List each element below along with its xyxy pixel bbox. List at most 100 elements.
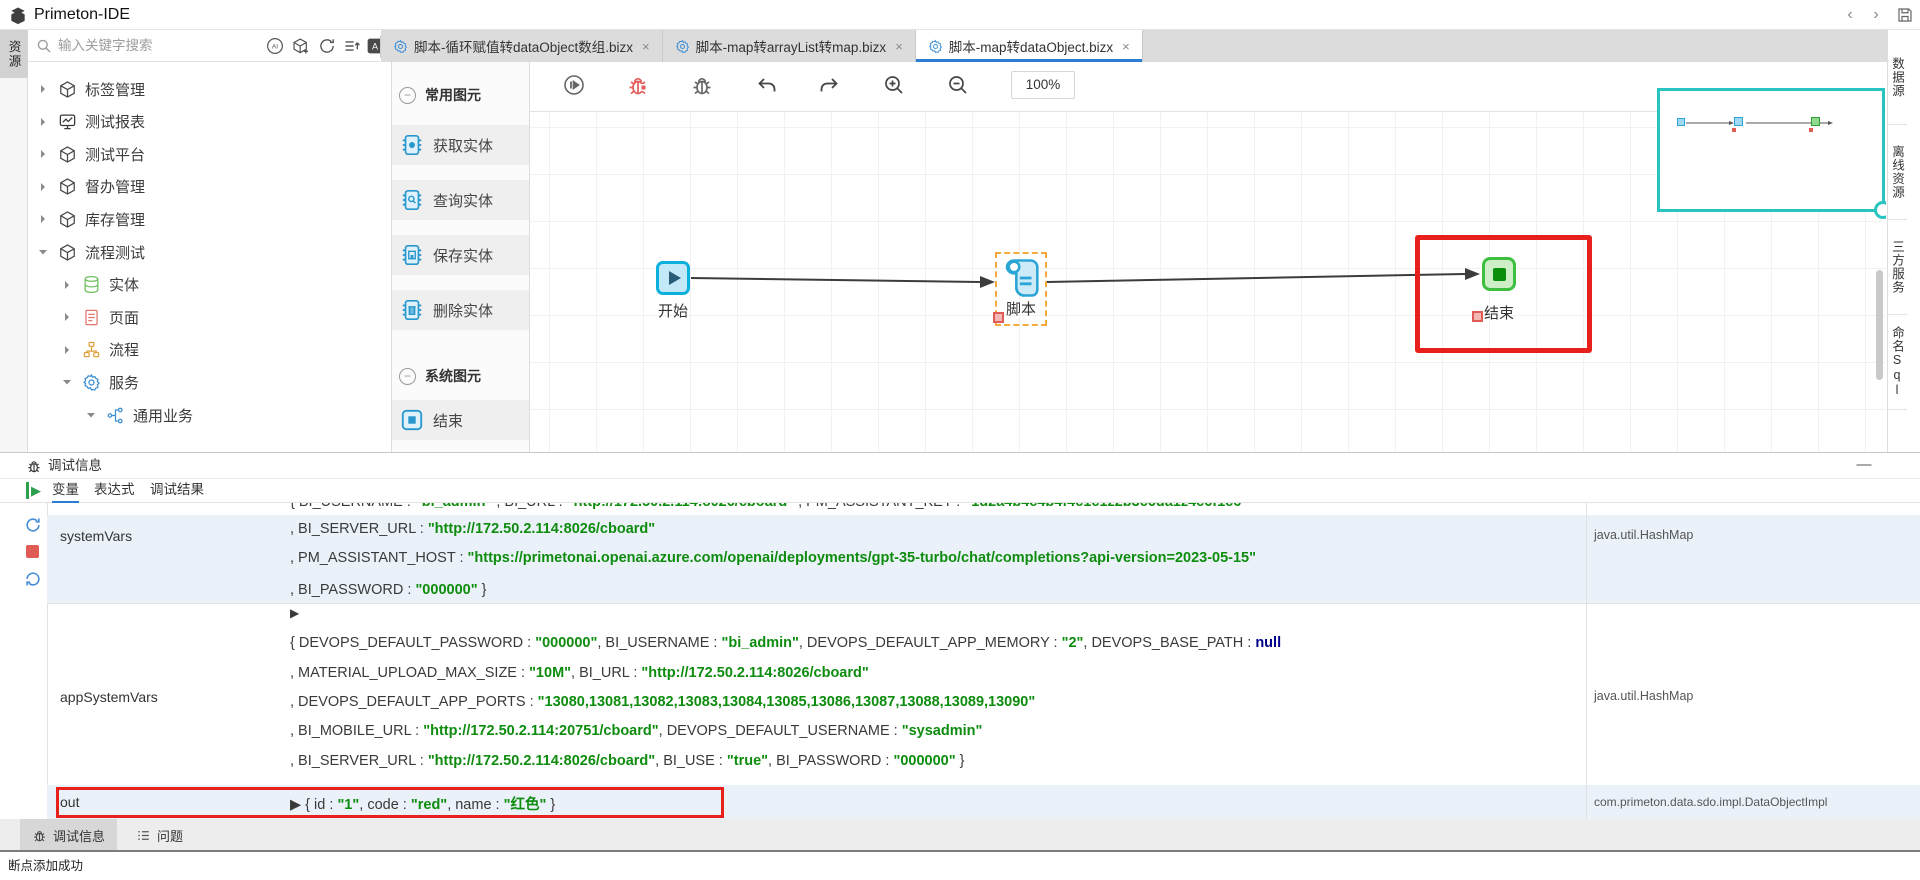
new-project-icon[interactable] bbox=[292, 37, 310, 55]
breakpoint-badge[interactable] bbox=[1472, 311, 1483, 322]
debug-icon[interactable] bbox=[690, 73, 714, 97]
step-over-icon[interactable] bbox=[24, 516, 42, 534]
minimize-icon[interactable]: — bbox=[1852, 453, 1876, 479]
chevron-right-icon[interactable] bbox=[62, 312, 72, 322]
chevron-down-icon[interactable] bbox=[86, 410, 96, 420]
sidebar-item-8[interactable]: 流程 bbox=[28, 336, 391, 364]
palette-group-header-1[interactable]: −系统图元 bbox=[392, 363, 529, 389]
sidebar-item-5[interactable]: 流程测试 bbox=[28, 238, 391, 266]
bottom-tab-problems[interactable]: 问题 bbox=[124, 819, 195, 851]
chevron-right-icon[interactable] bbox=[38, 149, 48, 159]
palette-item-查询实体[interactable]: 查询实体 bbox=[392, 180, 529, 220]
palette-item-获取实体[interactable]: 获取实体 bbox=[392, 125, 529, 165]
sort-list-icon[interactable] bbox=[343, 37, 361, 55]
close-icon[interactable]: × bbox=[642, 39, 650, 54]
editor-tab-1[interactable]: 脚本-map转arrayList转map.bizx× bbox=[663, 30, 916, 62]
script-node[interactable] bbox=[1000, 257, 1042, 299]
close-icon[interactable]: × bbox=[1122, 39, 1130, 54]
close-icon[interactable]: × bbox=[895, 39, 903, 54]
table-row[interactable]: systemVars , BI_SERVER_URL : "http://172… bbox=[47, 515, 1920, 603]
start-node[interactable] bbox=[656, 261, 690, 295]
chevron-down-icon[interactable] bbox=[38, 247, 48, 257]
sidebar-item-10[interactable]: 通用业务 bbox=[28, 401, 391, 429]
tab-variables[interactable]: 变量 bbox=[52, 479, 79, 503]
zoom-in-icon[interactable] bbox=[882, 73, 906, 97]
redo-icon[interactable] bbox=[817, 73, 841, 97]
rail-tab-3[interactable]: 命名Sql bbox=[1888, 315, 1907, 410]
palette-group-header-0[interactable]: −常用图元 bbox=[392, 82, 529, 108]
editor-tab-label: 脚本-map转dataObject.bizx bbox=[949, 36, 1113, 56]
stop-debug-icon[interactable] bbox=[626, 73, 650, 97]
resource-search-bar[interactable]: 输入关键字搜索 AIA bbox=[28, 30, 380, 62]
chevron-right-icon[interactable] bbox=[38, 214, 48, 224]
stop-square-icon bbox=[1493, 268, 1506, 281]
editor-tab-0[interactable]: 脚本-循环赋值转dataObject数组.bizx× bbox=[381, 30, 663, 62]
sidebar-item-9[interactable]: 服务 bbox=[28, 368, 391, 396]
gear-icon bbox=[393, 39, 408, 54]
sidebar-item-4[interactable]: 库存管理 bbox=[28, 205, 391, 233]
collapse-icon[interactable]: − bbox=[399, 368, 416, 385]
tab-debug-results[interactable]: 调试结果 bbox=[150, 479, 204, 503]
chevron-right-icon[interactable] bbox=[38, 182, 48, 192]
sidebar-item-1[interactable]: 测试报表 bbox=[28, 108, 391, 136]
sidebar-item-2[interactable]: 测试平台 bbox=[28, 140, 391, 168]
sidebar-item-3[interactable]: 督办管理 bbox=[28, 173, 391, 201]
minimap-start-node bbox=[1677, 118, 1685, 126]
zoom-out-icon[interactable] bbox=[946, 73, 970, 97]
chevron-right-icon[interactable] bbox=[62, 345, 72, 355]
end-node[interactable] bbox=[1482, 257, 1516, 291]
stop-icon[interactable] bbox=[26, 545, 39, 558]
tab-expressions[interactable]: 表达式 bbox=[94, 479, 135, 503]
bottom-tab-bar: 调试信息 问题 bbox=[0, 819, 1920, 851]
nav-back-icon[interactable]: ‹ bbox=[1840, 4, 1860, 26]
clipped-value-line: { BI_USERNAME : "bi_admin" , BI_URL : "h… bbox=[47, 503, 1586, 515]
palette-item-结束[interactable]: 结束 bbox=[392, 400, 529, 440]
rail-tab-resources[interactable]: 资源 bbox=[0, 30, 28, 78]
table-row[interactable]: out ▶ { id : "1", code : "red", name : "… bbox=[47, 785, 1920, 819]
cube-icon bbox=[58, 210, 77, 229]
breakpoint-badge[interactable] bbox=[993, 312, 1004, 323]
palette-item-保存实体[interactable]: 保存实体 bbox=[392, 235, 529, 275]
minimap[interactable] bbox=[1657, 88, 1885, 212]
rail-tab-1[interactable]: 离线资源 bbox=[1888, 125, 1907, 220]
search-input[interactable]: 输入关键字搜索 bbox=[58, 30, 153, 62]
element-palette: −常用图元获取实体查询实体保存实体删除实体−系统图元结束 bbox=[392, 62, 530, 452]
refresh-icon[interactable] bbox=[318, 37, 336, 55]
chevron-down-icon[interactable] bbox=[62, 377, 72, 387]
editor-tab-2[interactable]: 脚本-map转dataObject.bizx × bbox=[916, 30, 1143, 62]
right-activity-rail: 数据源离线资源三方服务命名Sql bbox=[1887, 30, 1920, 452]
sidebar-item-7[interactable]: 页面 bbox=[28, 303, 391, 331]
run-continue-icon[interactable] bbox=[562, 73, 586, 97]
palette-group-title: 系统图元 bbox=[425, 366, 481, 386]
chevron-right-icon[interactable] bbox=[38, 117, 48, 127]
chevron-right-icon[interactable] bbox=[62, 280, 72, 290]
minimap-resize-handle[interactable] bbox=[1874, 201, 1886, 219]
nav-forward-icon[interactable]: › bbox=[1866, 4, 1886, 26]
save-icon[interactable] bbox=[1896, 6, 1914, 24]
bottom-tab-label: 问题 bbox=[157, 826, 183, 845]
palette-item-删除实体[interactable]: 删除实体 bbox=[392, 290, 529, 330]
restart-icon[interactable] bbox=[24, 570, 42, 588]
canvas-vertical-scrollbar[interactable] bbox=[1876, 270, 1883, 380]
ai-assist-icon[interactable]: AI bbox=[266, 37, 284, 55]
gear-icon bbox=[675, 39, 690, 54]
bottom-tab-debug-info[interactable]: 调试信息 bbox=[20, 819, 117, 851]
rail-tab-2[interactable]: 三方服务 bbox=[1888, 220, 1907, 315]
svg-text:AI: AI bbox=[272, 43, 278, 50]
end-node-icon bbox=[400, 408, 424, 432]
script-scroll-icon bbox=[1000, 257, 1042, 299]
undo-icon[interactable] bbox=[755, 73, 779, 97]
sidebar-item-6[interactable]: 实体 bbox=[28, 271, 391, 299]
chevron-right-icon[interactable] bbox=[38, 84, 48, 94]
sidebar-item-0[interactable]: 标签管理 bbox=[28, 75, 391, 103]
cube-icon bbox=[58, 243, 77, 262]
resume-icon[interactable]: ▶ bbox=[26, 482, 41, 499]
flow-canvas[interactable]: 100% 开始 脚本 结束 bbox=[530, 62, 1886, 452]
palette-item-label: 删除实体 bbox=[433, 300, 493, 321]
zoom-level[interactable]: 100% bbox=[1011, 71, 1075, 99]
minimap-end-node bbox=[1811, 117, 1820, 126]
rail-tab-0[interactable]: 数据源 bbox=[1888, 30, 1907, 125]
table-row[interactable]: appSystemVars ▶ { DEVOPS_DEFAULT_PASSWOR… bbox=[47, 603, 1920, 785]
collapse-icon[interactable]: − bbox=[399, 87, 416, 104]
list-icon bbox=[136, 828, 151, 843]
